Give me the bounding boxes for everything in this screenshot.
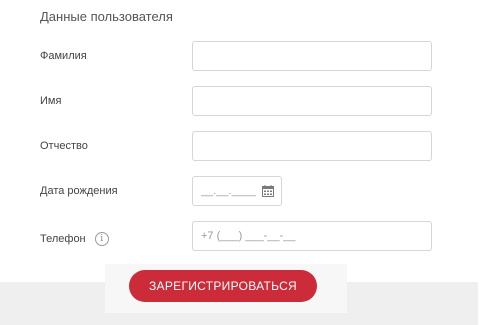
middle-name-field[interactable]: [192, 131, 432, 161]
first-name-input[interactable]: [193, 87, 431, 115]
phone-label: Телефон i: [40, 231, 109, 247]
info-icon[interactable]: i: [94, 232, 109, 246]
last-name-label: Фамилия: [40, 48, 87, 64]
last-name-label-text: Фамилия: [40, 50, 87, 62]
middle-name-label: Отчество: [40, 138, 88, 154]
birth-date-label: Дата рождения: [40, 183, 118, 199]
middle-name-input[interactable]: [193, 132, 431, 160]
register-button[interactable]: ЗАРЕГИСТРИРОВАТЬСЯ: [129, 270, 317, 302]
middle-name-label-text: Отчество: [40, 140, 88, 152]
last-name-input[interactable]: [193, 42, 431, 70]
phone-field[interactable]: [192, 221, 432, 251]
first-name-label: Имя: [40, 93, 61, 109]
phone-input[interactable]: [193, 222, 431, 250]
section-title: Данные пользователя: [40, 9, 173, 24]
first-name-label-text: Имя: [40, 95, 62, 107]
birth-date-field[interactable]: [192, 176, 282, 206]
first-name-field[interactable]: [192, 86, 432, 116]
birth-date-label-text: Дата рождения: [40, 185, 118, 197]
phone-label-text: Телефон: [40, 233, 86, 245]
last-name-field[interactable]: [192, 41, 432, 71]
calendar-icon[interactable]: [262, 185, 274, 197]
